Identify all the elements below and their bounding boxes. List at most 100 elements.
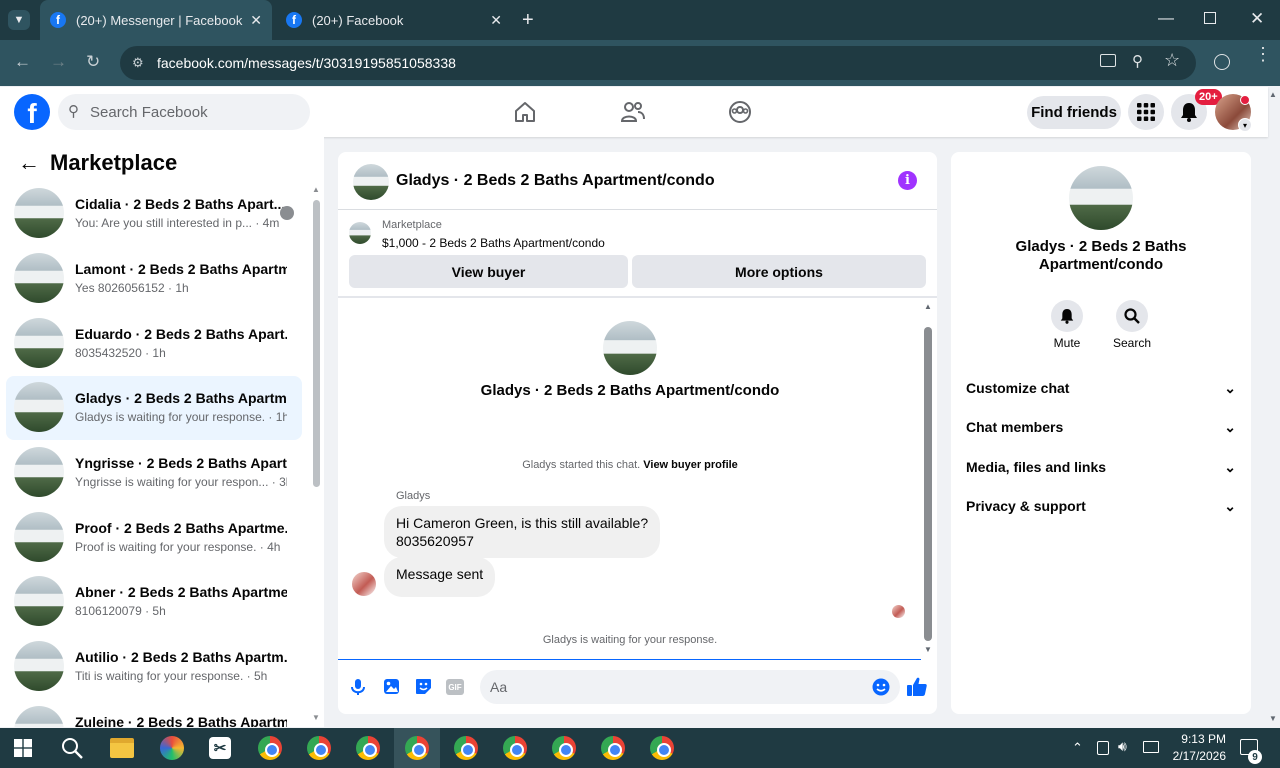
section-label: Media, files and links — [966, 459, 1107, 475]
chrome-profile-icon[interactable] — [601, 736, 625, 760]
chevron-down-icon: ⌄ — [1224, 498, 1236, 514]
conversation-item[interactable]: Cidalia · 2 Beds 2 Baths Apart... You: A… — [6, 182, 302, 246]
search-conversation-button[interactable] — [1116, 300, 1148, 332]
address-bar[interactable]: ⚙ facebook.com/messages/t/30319195851058… — [120, 46, 1196, 80]
view-buyer-profile-link[interactable]: View buyer profile — [643, 459, 738, 471]
back-icon[interactable]: ← — [14, 52, 31, 72]
tray-overflow-icon[interactable]: ⌃ — [1072, 740, 1083, 756]
chat-started-note: Gladys started this chat. View buyer pro… — [338, 459, 922, 471]
chrome-profile-icon[interactable] — [552, 736, 576, 760]
listing-avatar — [14, 512, 64, 562]
chrome-profile-icon[interactable] — [650, 736, 674, 760]
forward-icon[interactable]: → — [50, 52, 67, 72]
profile-icon[interactable] — [1214, 54, 1230, 70]
close-tab-icon[interactable]: ✕ — [490, 12, 502, 29]
site-info-icon[interactable]: ⚙ — [132, 55, 144, 71]
view-buyer-button[interactable]: View buyer — [349, 255, 628, 288]
privacy-support-section[interactable]: Privacy & support ⌄ — [966, 498, 1236, 515]
tab-messenger[interactable]: f (20+) Messenger | Facebook ✕ — [40, 0, 272, 40]
minimize-icon[interactable]: — — [1158, 10, 1174, 28]
page-scroll-up-icon[interactable]: ▲ — [1269, 90, 1277, 99]
zoom-icon[interactable]: ⚲ — [1132, 52, 1143, 70]
menu-grid-icon[interactable] — [1128, 94, 1164, 130]
seen-avatar — [280, 206, 294, 220]
conversation-item[interactable]: Autilio · 2 Beds 2 Baths Apartm... Titi … — [6, 635, 302, 699]
windows-taskbar — [0, 728, 1280, 768]
tray-device-icon[interactable] — [1097, 741, 1109, 755]
chrome-profile-icon-active[interactable] — [405, 736, 429, 760]
customize-chat-section[interactable]: Customize chat ⌄ — [966, 380, 1236, 397]
chrome-icon[interactable] — [258, 736, 282, 760]
close-window-icon[interactable]: ✕ — [1250, 9, 1264, 29]
chat-title[interactable]: Gladys · 2 Beds 2 Baths Apartment/condo — [396, 172, 715, 190]
more-options-button[interactable]: More options — [632, 255, 926, 288]
chrome-profile-icon[interactable] — [307, 736, 331, 760]
windows-start-icon[interactable] — [14, 739, 32, 757]
photo-icon[interactable] — [383, 678, 400, 695]
network-icon[interactable] — [1143, 741, 1159, 753]
system-clock[interactable]: 9:13 PM 2/17/2026 — [1164, 731, 1226, 765]
scroll-down-icon[interactable]: ▼ — [924, 645, 932, 654]
tab-title: (20+) Facebook — [312, 12, 404, 28]
conversation-preview: 8035432520 · 1h — [75, 346, 166, 360]
conversation-preview: Yngrisse is waiting for your respon... ·… — [75, 475, 287, 489]
capcut-app-icon[interactable]: ✂ — [209, 737, 231, 759]
taskbar-search-icon[interactable] — [61, 737, 83, 759]
media-files-links-section[interactable]: Media, files and links ⌄ — [966, 459, 1236, 476]
restore-icon[interactable] — [1204, 12, 1216, 24]
conversation-list-scrollbar[interactable] — [313, 200, 320, 487]
chat-members-section[interactable]: Chat members ⌄ — [966, 419, 1236, 436]
conversation-item[interactable]: Eduardo · 2 Beds 2 Baths Apart... 803543… — [6, 312, 302, 376]
tab-facebook[interactable]: f (20+) Facebook ✕ — [278, 0, 512, 40]
install-app-icon[interactable] — [1100, 54, 1116, 67]
conversation-name: Yngrisse · 2 Beds 2 Baths Apart... — [75, 455, 287, 471]
back-arrow-icon[interactable]: ← — [18, 150, 40, 176]
account-chevron-icon[interactable]: ▾ — [1238, 118, 1252, 132]
home-icon[interactable] — [513, 100, 537, 124]
conversation-item[interactable]: Abner · 2 Beds 2 Baths Apartme... 810612… — [6, 570, 302, 634]
like-thumb-icon[interactable] — [906, 676, 928, 697]
scroll-down-icon[interactable]: ▼ — [312, 713, 320, 722]
message-bubble[interactable]: Message sent — [384, 557, 496, 597]
facebook-favicon-icon: f — [286, 12, 302, 28]
chrome-profile-icon[interactable] — [356, 736, 380, 760]
chrome-menu-icon[interactable]: ⋮ — [1254, 45, 1272, 63]
file-explorer-icon[interactable] — [110, 738, 134, 758]
paint-app-icon[interactable] — [160, 736, 184, 760]
listing-title[interactable]: $1,000 - 2 Beds 2 Baths Apartment/condo — [382, 236, 605, 250]
bookmark-star-icon[interactable]: ☆ — [1164, 50, 1180, 71]
search-input[interactable]: ⚲ Search Facebook — [58, 94, 310, 130]
chrome-profile-icon[interactable] — [503, 736, 527, 760]
conversation-item[interactable]: Proof · 2 Beds 2 Baths Apartme... Proof … — [6, 506, 302, 570]
info-icon[interactable]: i — [898, 171, 917, 190]
facebook-logo-icon[interactable]: f — [14, 94, 50, 130]
emoji-icon[interactable] — [872, 678, 890, 696]
message-input[interactable]: Aa — [480, 670, 900, 704]
chat-scrollbar[interactable] — [924, 327, 932, 641]
volume-icon[interactable]: 🔊︎ — [1118, 738, 1127, 755]
conversation-item[interactable]: Zuleine · 2 Beds 2 Baths Apartm... — [6, 700, 302, 727]
close-tab-icon[interactable]: ✕ — [250, 12, 262, 29]
scroll-up-icon[interactable]: ▲ — [312, 185, 320, 194]
gif-icon[interactable]: GIF — [446, 679, 464, 695]
page-scroll-down-icon[interactable]: ▼ — [1269, 714, 1277, 723]
tab-search-dropdown-icon[interactable]: ▼ — [8, 10, 30, 30]
clock-time: 9:13 PM — [1181, 732, 1226, 746]
message-bubble[interactable]: Hi Cameron Green, is this still availabl… — [384, 506, 661, 558]
chat-header-avatar[interactable] — [353, 164, 389, 200]
conversation-item-active[interactable]: Gladys · 2 Beds 2 Baths Apartm... Gladys… — [6, 376, 302, 440]
new-tab-icon[interactable]: + — [522, 9, 534, 32]
find-friends-button[interactable]: Find friends — [1027, 96, 1121, 129]
microphone-icon[interactable] — [350, 678, 366, 696]
clock-date: 2/17/2026 — [1172, 749, 1226, 763]
conversation-item[interactable]: Lamont · 2 Beds 2 Baths Apartm... Yes 80… — [6, 247, 302, 311]
waiting-status: Gladys is waiting for your response. — [542, 634, 718, 646]
groups-icon[interactable] — [728, 100, 752, 124]
mute-button[interactable] — [1051, 300, 1083, 332]
conversation-item[interactable]: Yngrisse · 2 Beds 2 Baths Apart... Yngri… — [6, 441, 302, 505]
sticker-icon[interactable] — [415, 678, 432, 695]
friends-icon[interactable] — [620, 100, 646, 124]
scroll-up-icon[interactable]: ▲ — [924, 302, 932, 311]
chrome-profile-icon[interactable] — [454, 736, 478, 760]
reload-icon[interactable]: ↻ — [86, 52, 100, 72]
